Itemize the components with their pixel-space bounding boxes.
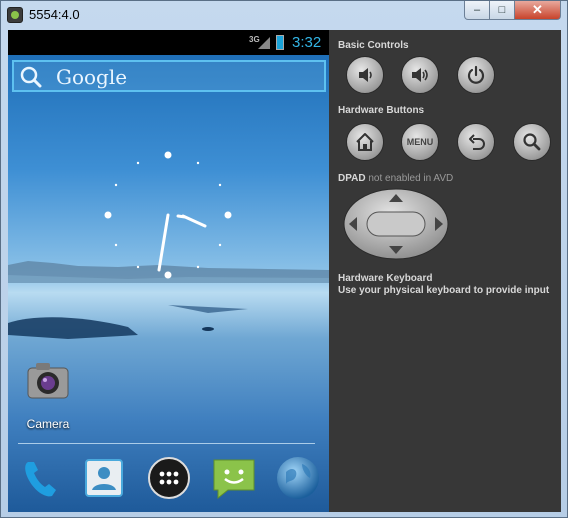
camera-app[interactable]: Camera: [20, 360, 76, 431]
camera-label: Camera: [26, 417, 70, 431]
contacts-icon[interactable]: [80, 454, 128, 502]
menu-button[interactable]: MENU: [401, 123, 439, 161]
maximize-button[interactable]: □: [490, 1, 515, 20]
power-icon: [467, 65, 485, 84]
back-icon: [469, 134, 485, 150]
window-title: 5554:4.0: [29, 7, 80, 22]
signal-icon: [258, 37, 270, 49]
emulator-controls-panel: Basic Controls Hardware Buttons MENU DPA…: [329, 30, 561, 512]
dock-divider: [18, 443, 315, 444]
hardware-keyboard-hint: Use your physical keyboard to provide in…: [338, 285, 550, 296]
menu-button-label: MENU: [406, 137, 434, 147]
dpad-control[interactable]: [343, 188, 449, 260]
volume-up-icon: [412, 68, 428, 82]
minimize-button[interactable]: –: [464, 1, 490, 20]
search-icon: [20, 66, 42, 88]
status-time: 3:32: [292, 34, 322, 51]
google-search-bar[interactable]: Google: [12, 60, 326, 92]
basic-controls-label: Basic Controls: [338, 40, 409, 51]
volume-down-icon: [359, 68, 372, 82]
phone-icon[interactable]: [18, 454, 66, 502]
dock: [8, 450, 329, 506]
dpad-title: DPAD: [338, 173, 366, 184]
title-bar[interactable]: 5554:4.0 – □ ✕: [1, 1, 567, 29]
home-icon: [356, 133, 374, 151]
battery-icon: [276, 35, 284, 50]
dpad-label: DPAD not enabled in AVD: [338, 173, 453, 184]
power-button[interactable]: [457, 56, 495, 94]
rocks: [8, 305, 248, 339]
window-controls: – □ ✕: [464, 1, 561, 21]
emulator-client: 3G 3:32 Google Camera Basic Controls Har…: [8, 30, 561, 512]
dpad-note: not enabled in AVD: [368, 173, 454, 184]
home-button[interactable]: [346, 123, 384, 161]
hardware-buttons-label: Hardware Buttons: [338, 105, 425, 116]
device-screen[interactable]: 3G 3:32 Google Camera: [8, 30, 329, 512]
emulator-window: 5554:4.0 – □ ✕ 3G 3:32 Google Camera Bas…: [0, 0, 568, 518]
camera-icon: [27, 363, 69, 399]
status-bar: 3G 3:32: [8, 30, 329, 55]
hardware-keyboard-title: Hardware Keyboard: [338, 273, 433, 284]
volume-up-button[interactable]: [401, 56, 439, 94]
search-label: Google: [56, 65, 128, 89]
search-button[interactable]: [513, 123, 551, 161]
android-app-icon: [7, 7, 23, 23]
app-drawer-icon[interactable]: [145, 454, 193, 502]
back-button[interactable]: [457, 123, 495, 161]
analog-clock-widget[interactable]: [103, 150, 233, 280]
hardware-keyboard-info: Hardware Keyboard Use your physical keyb…: [338, 273, 549, 297]
messaging-icon[interactable]: [210, 454, 258, 502]
close-button[interactable]: ✕: [515, 1, 561, 20]
browser-icon[interactable]: [274, 454, 322, 502]
search-icon: [523, 133, 541, 151]
volume-down-button[interactable]: [346, 56, 384, 94]
